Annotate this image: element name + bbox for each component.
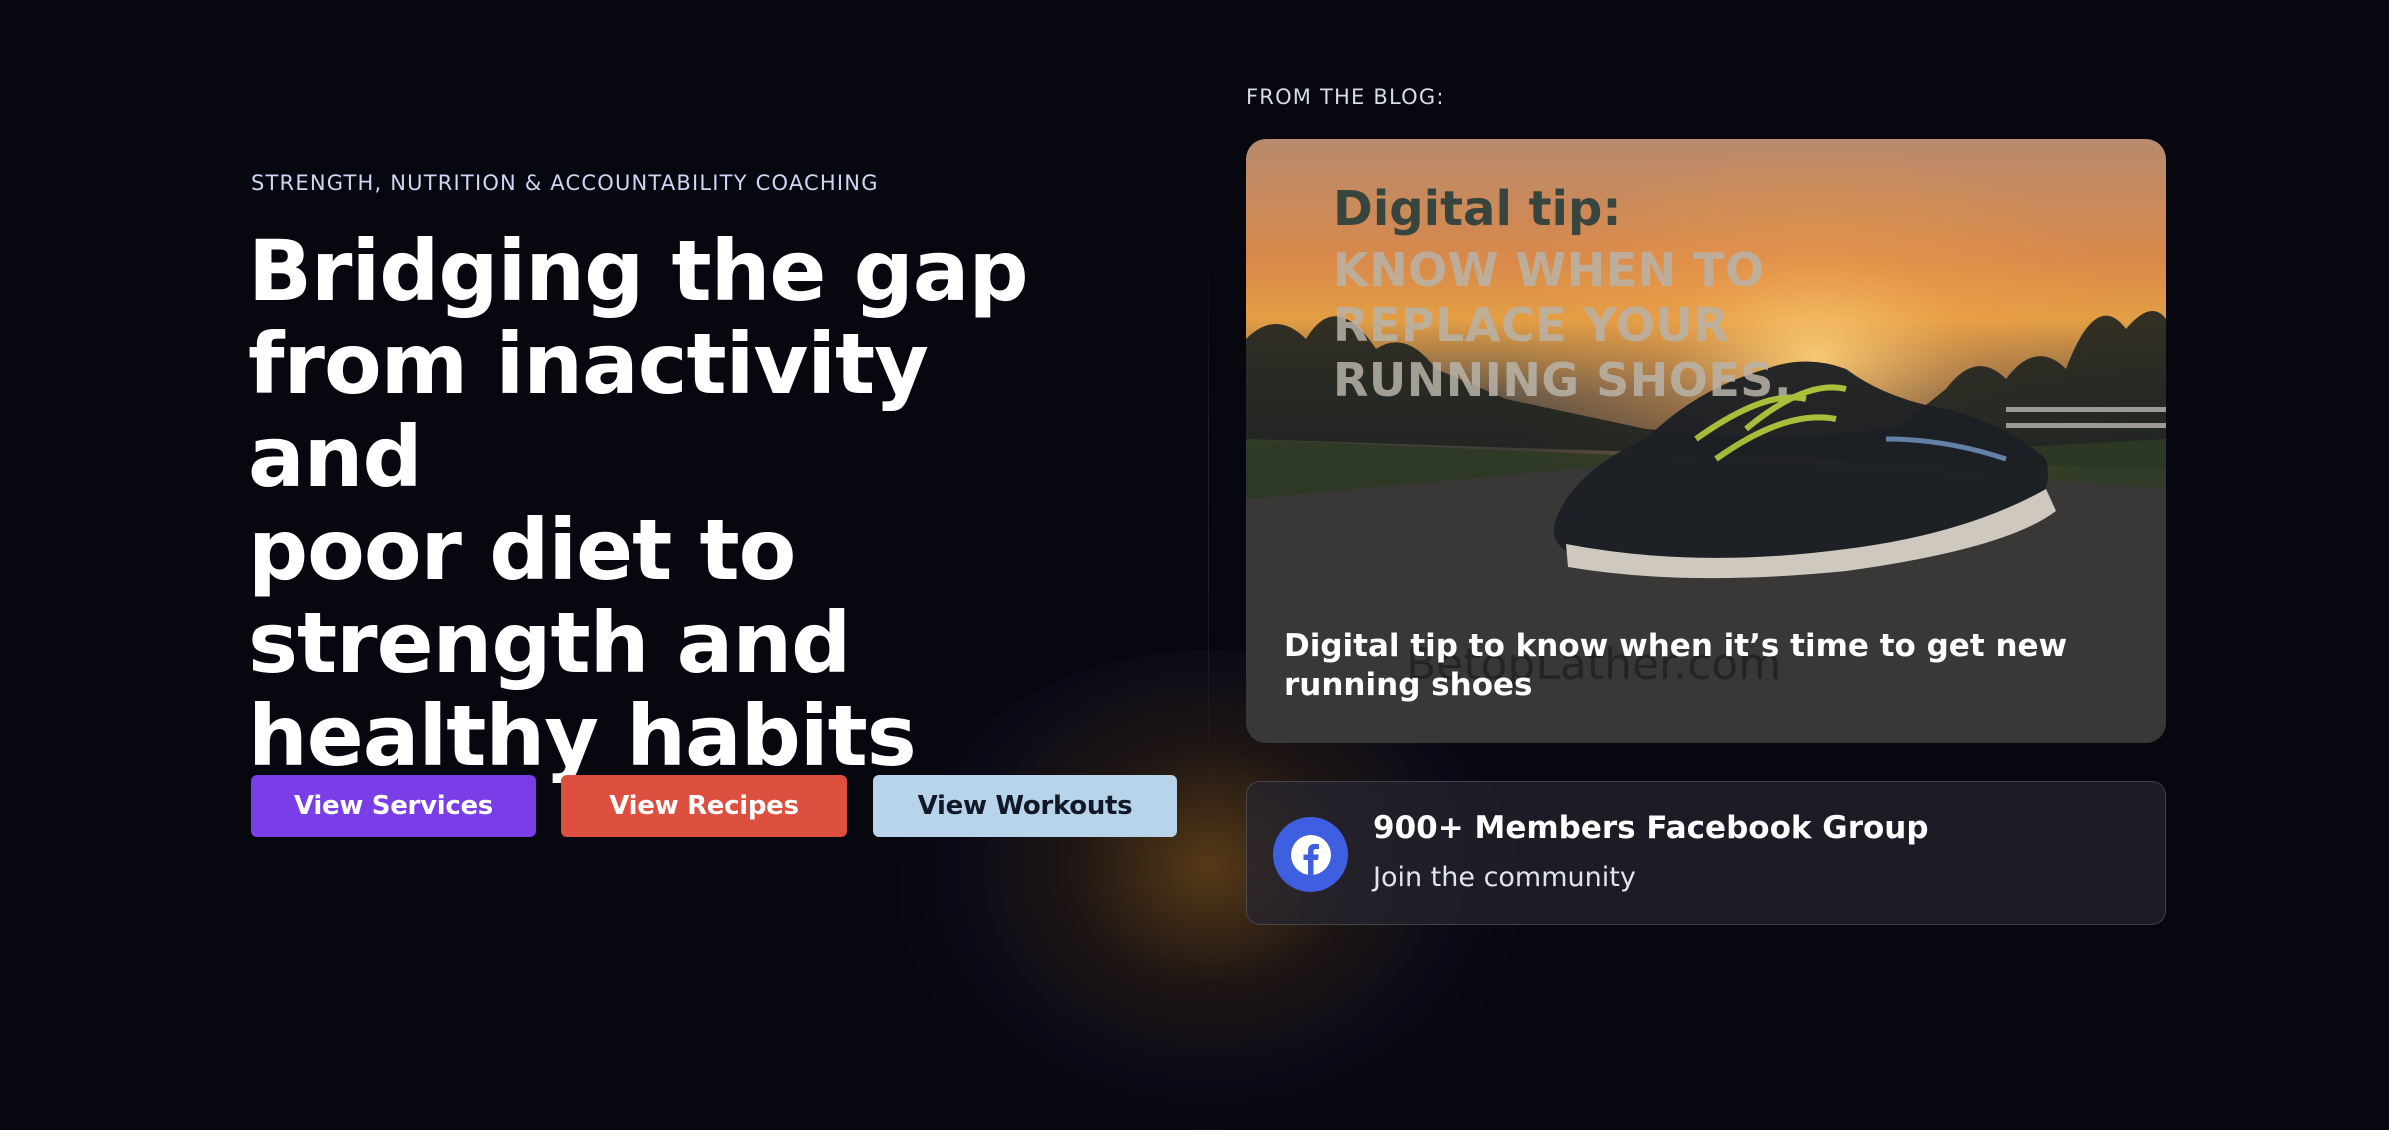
column-divider	[1208, 230, 1209, 790]
view-workouts-button[interactable]: View Workouts	[873, 775, 1177, 837]
image-overlay-title: Digital tip:	[1333, 181, 1622, 237]
image-overlay-line: KNOW WHEN TO	[1333, 243, 1765, 297]
view-recipes-button[interactable]: View Recipes	[561, 775, 847, 837]
headline-line: from inactivity and	[248, 315, 929, 506]
image-overlay-line: REPLACE YOUR	[1333, 298, 1730, 352]
view-services-button[interactable]: View Services	[251, 775, 536, 837]
facebook-icon	[1273, 817, 1348, 892]
hero-headline: Bridging the gap from inactivity and poo…	[248, 225, 1128, 783]
headline-line: poor diet to	[248, 501, 796, 599]
headline-line: healthy habits	[248, 687, 917, 785]
image-overlay-line: RUNNING SHOES.	[1333, 353, 1792, 407]
facebook-group-card[interactable]: 900+ Members Facebook Group Join the com…	[1246, 781, 2166, 925]
facebook-group-title: 900+ Members Facebook Group	[1373, 810, 1929, 846]
image-overlay-text: KNOW WHEN TO REPLACE YOUR RUNNING SHOES.	[1333, 243, 1792, 408]
hero-eyebrow: STRENGTH, NUTRITION & ACCOUNTABILITY COA…	[251, 171, 879, 195]
facebook-group-subtitle: Join the community	[1373, 862, 1636, 893]
blog-post-card[interactable]: Digital tip: KNOW WHEN TO REPLACE YOUR R…	[1246, 139, 2166, 743]
blog-section-label: FROM THE BLOG:	[1246, 85, 1445, 109]
blog-post-title[interactable]: Digital tip to know when it’s time to ge…	[1284, 627, 2104, 705]
headline-line: Bridging the gap	[248, 222, 1029, 320]
facebook-glyph-icon	[1290, 834, 1331, 875]
headline-line: strength and	[248, 594, 851, 692]
